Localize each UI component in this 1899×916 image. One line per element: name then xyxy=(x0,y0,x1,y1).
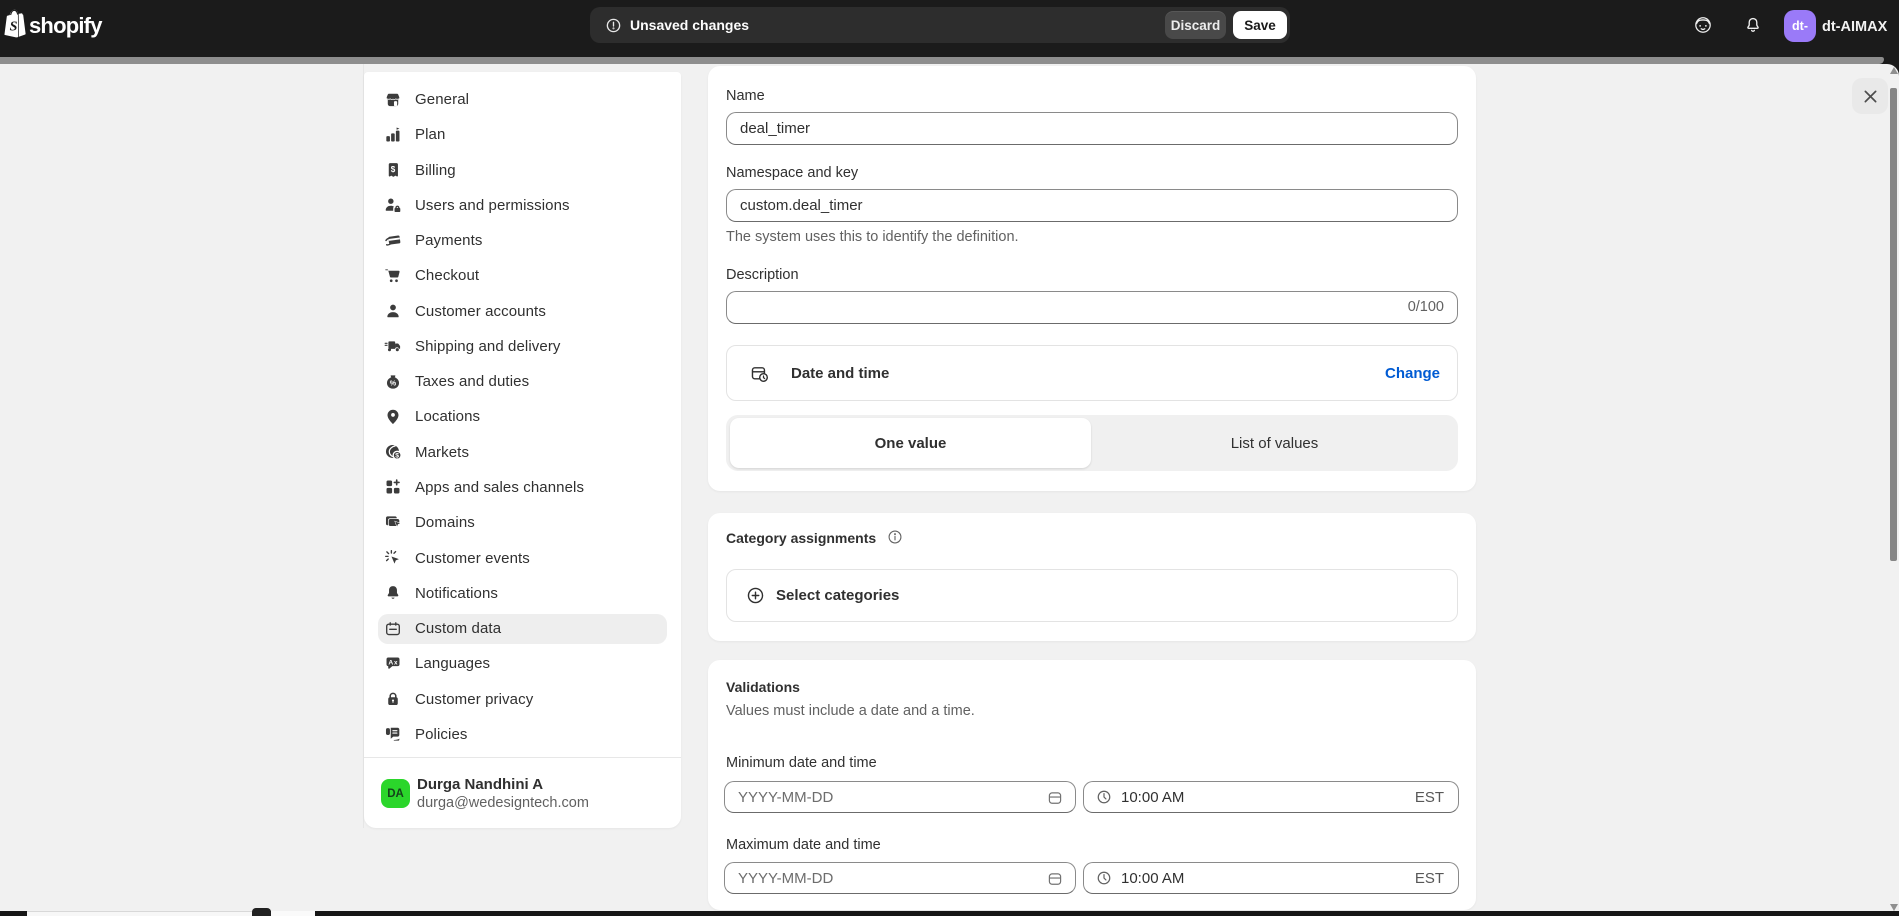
svg-text:A: A xyxy=(388,659,393,666)
svg-text:%: % xyxy=(390,378,397,387)
svg-text:S: S xyxy=(10,20,18,35)
svg-text:x: x xyxy=(394,659,398,666)
svg-text:$: $ xyxy=(395,453,399,460)
svg-text:$: $ xyxy=(391,165,396,174)
